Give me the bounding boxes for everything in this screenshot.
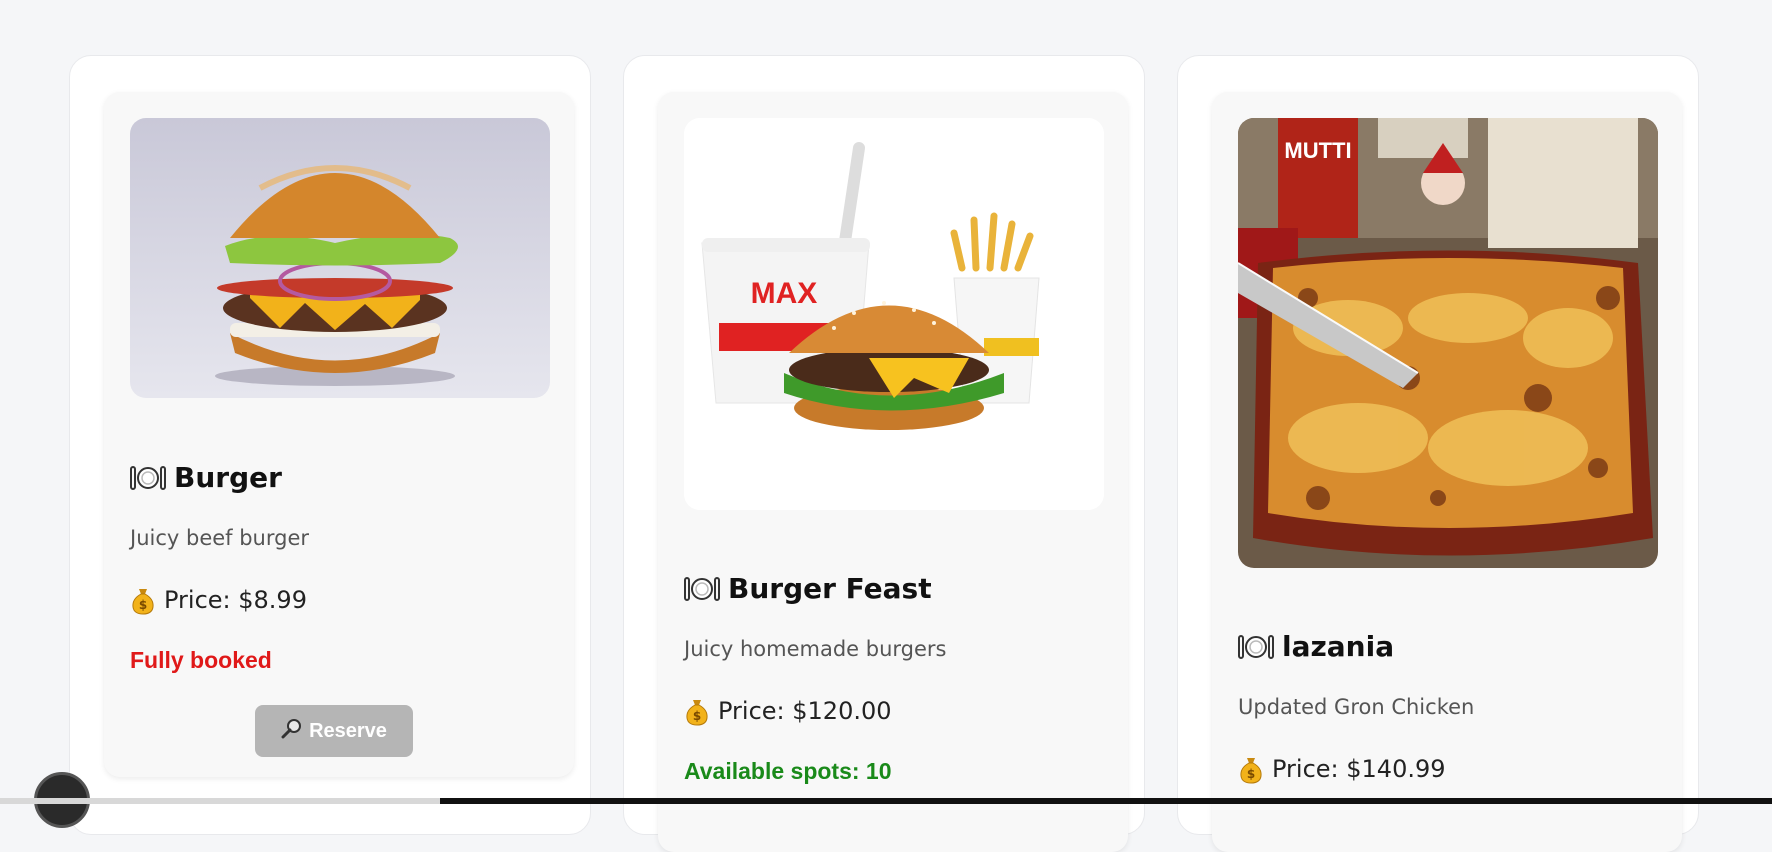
svg-text:$: $ [693,709,701,723]
plate-cutlery-icon [684,570,720,606]
card-title-text: Burger Feast [728,571,932,605]
card-description: Updated Gron Chicken [1238,695,1475,719]
svg-text:$: $ [1247,767,1255,781]
card-price-text: Price: $120.00 [718,697,892,725]
menu-card-burger-feast: MAX Burger Feast Juicy homemade burgers … [623,55,1145,852]
svg-text:$: $ [139,598,147,612]
card-title: Burger [130,459,282,495]
svg-text:MAX: MAX [751,277,818,310]
burger-photo [130,118,550,398]
magnifier-icon [281,717,303,745]
plate-cutlery-icon [130,459,166,495]
card-title: Burger Feast [684,570,932,606]
card-status: Fully booked [130,647,272,673]
card-description: Juicy beef burger [130,526,310,550]
card-status: Available spots: 10 [684,758,892,784]
horizontal-scrollbar[interactable] [0,798,1772,804]
menu-grid: Burger Juicy beef burger $ Price: $8.99 … [0,0,1772,852]
card-price: $ Price: $8.99 [130,585,307,615]
card-price-text: Price: $140.99 [1272,755,1446,783]
card-title-text: lazania [1282,629,1395,663]
card-title-text: Burger [174,460,282,494]
plate-cutlery-icon [1238,628,1274,664]
menu-card-burger: Burger Juicy beef burger $ Price: $8.99 … [34,55,591,835]
menu-card-inner: Burger Juicy beef burger $ Price: $8.99 … [104,92,574,777]
menu-card-inner: MUTTI lazania Updated Gron Chicken $ Pri… [1212,92,1682,852]
burger-feast-photo: MAX [684,118,1104,510]
reserve-button[interactable]: Reserve [255,705,413,757]
money-bag-icon: $ [130,585,156,615]
card-price: $ Price: $140.99 [1238,754,1446,784]
card-title: lazania [1238,628,1394,664]
card-price-text: Price: $8.99 [164,586,307,614]
money-bag-icon: $ [684,696,710,726]
reserve-button-label: Reserve [309,719,387,742]
svg-text:MUTTI: MUTTI [1284,138,1351,163]
menu-card-lazania: MUTTI lazania Updated Gron Chicken $ Pri… [1177,55,1699,852]
card-price: $ Price: $120.00 [684,696,892,726]
scrollbar-thumb[interactable] [0,798,440,804]
card-description: Juicy homemade burgers [684,637,947,661]
money-bag-icon: $ [1238,754,1264,784]
lazania-photo: MUTTI [1238,118,1658,568]
menu-card-inner: MAX Burger Feast Juicy homemade burgers … [658,92,1128,852]
